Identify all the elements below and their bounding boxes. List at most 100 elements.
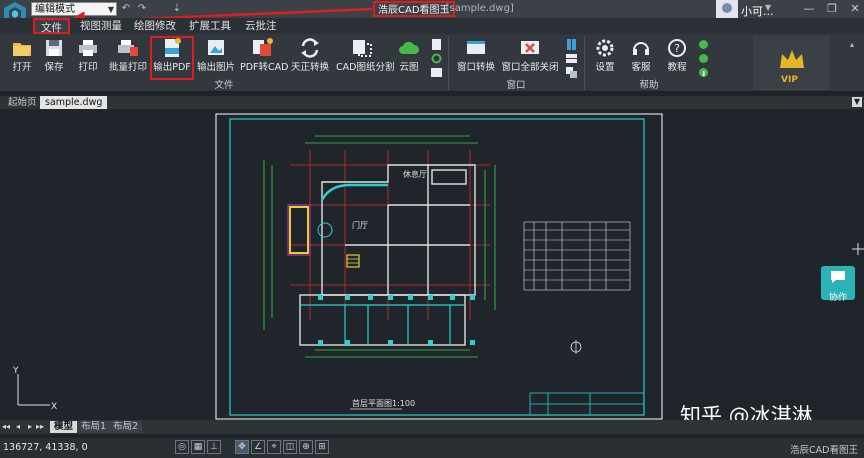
osnap-tracking-icon[interactable]: ⌖	[267, 440, 281, 454]
dynamic-input-icon[interactable]: ⊕	[299, 440, 313, 454]
export-image-label: 输出图片	[196, 62, 235, 73]
lobby-feature	[317, 222, 333, 238]
tangent-convert-icon	[301, 38, 319, 58]
batch-print-button[interactable]: 批量打印	[106, 36, 150, 76]
prev-layout-icon[interactable]: ◂	[14, 421, 22, 433]
batch-print-icon	[118, 40, 138, 56]
export-image-icon	[208, 40, 224, 55]
drawing-svg: 休息厅 门厅 首层平面图1:100 Y X	[12, 113, 864, 420]
columns	[318, 295, 475, 345]
paper-inner-frame	[229, 118, 645, 416]
title-block	[529, 392, 645, 416]
tab-extensions[interactable]: 扩展工具	[183, 18, 237, 34]
info-mini-icon[interactable]	[698, 67, 709, 78]
paper-outer-frame	[215, 113, 663, 420]
minimize-button[interactable]: —	[800, 1, 818, 16]
cascade-icon[interactable]	[566, 67, 577, 78]
tab-draw-modify[interactable]: 绘图修改	[128, 18, 182, 34]
headset-icon	[633, 42, 649, 55]
tutorial-label: 教程	[667, 62, 687, 73]
customer-service-button[interactable]: 客服	[624, 36, 658, 76]
ucs-axis-icon	[17, 374, 50, 406]
doc-tab-sample[interactable]: sample.dwg	[40, 96, 108, 109]
batch-print-label: 批量打印	[108, 62, 147, 73]
lineweight-icon[interactable]: ◫	[283, 440, 297, 454]
group-label-help: 帮助	[639, 80, 659, 91]
refresh-mini-icon[interactable]	[431, 53, 442, 64]
split-drawing-button[interactable]: CAD图纸分割	[336, 36, 395, 76]
layout-tab-layout1[interactable]: 布局1	[77, 421, 111, 433]
first-layout-icon[interactable]: ◂◂	[2, 421, 10, 433]
tab-cloud-annotation[interactable]: 云批注	[239, 18, 283, 34]
mode-select[interactable]: 编辑模式 ▼	[31, 2, 117, 16]
print-label: 打印	[78, 62, 98, 73]
print-button[interactable]: 打印	[66, 36, 110, 76]
ucs-x-label: X	[51, 402, 57, 412]
cloud-icon	[399, 41, 420, 54]
dimension-lines	[263, 135, 496, 358]
chevron-down-icon: ▼	[107, 5, 114, 14]
close-button[interactable]: ✕	[846, 1, 864, 16]
tutorial-button[interactable]: ? 教程	[660, 36, 694, 76]
window-switch-button[interactable]: 窗口转换	[454, 36, 498, 76]
tab-list-dropdown-icon[interactable]: ▼	[852, 97, 862, 107]
quick-access-dropdown-icon[interactable]: ⇣	[170, 2, 184, 16]
polar-icon[interactable]: ∠	[251, 440, 265, 454]
status-bar	[0, 438, 864, 458]
object-snap-icon[interactable]: ✥	[235, 440, 249, 454]
highlight-export-pdf	[150, 36, 194, 80]
tab-file[interactable]: 文件	[33, 18, 70, 34]
settings-gear-icon	[596, 39, 614, 57]
image-mini-icon[interactable]	[431, 67, 442, 78]
tile-vertical-icon[interactable]	[566, 39, 577, 50]
workspace-icon[interactable]: ⊞	[315, 440, 329, 454]
search-mini-icon[interactable]	[698, 39, 709, 50]
pdf-to-cad-icon	[253, 38, 273, 56]
share-mini-icon[interactable]	[698, 53, 709, 64]
plan-title: 首层平面图1:100	[352, 398, 415, 408]
file-title: -[sample.dwg]	[442, 3, 514, 14]
avatar[interactable]	[716, 0, 738, 18]
svg-text:?: ?	[674, 42, 680, 55]
tangent-convert-label: 天正转换	[290, 62, 329, 73]
redo-icon[interactable]: ↷	[135, 2, 149, 16]
tangent-convert-button[interactable]: 天正转换	[288, 36, 332, 76]
tile-horizontal-icon[interactable]	[566, 53, 577, 64]
ortho-icon[interactable]: ⊥	[207, 440, 221, 454]
room-label-lounge: 休息厅	[403, 169, 427, 179]
status-app-name: 浩辰CAD看图王	[790, 445, 858, 456]
vip-label: VIP	[781, 75, 798, 85]
layout-tab-model[interactable]: 模型	[50, 421, 78, 433]
next-layout-icon[interactable]: ▸	[26, 421, 34, 433]
window-switch-label: 窗口转换	[456, 62, 495, 73]
chevron-down-icon[interactable]: ▼	[765, 3, 771, 12]
mode-select-value: 编辑模式	[35, 4, 75, 15]
cloud-label: 云图	[399, 62, 419, 73]
snap-icon[interactable]: ◎	[175, 440, 189, 454]
ribbon-collapse-icon[interactable]: ▴	[850, 40, 860, 50]
grid-icon[interactable]: ▦	[191, 440, 205, 454]
pdf-to-cad-label: PDF转CAD	[240, 62, 289, 73]
settings-button[interactable]: 设置	[587, 36, 623, 76]
group-label-file: 文件	[214, 80, 234, 91]
collaborate-label: 协作	[828, 293, 847, 303]
export-image-button[interactable]: 输出图片	[194, 36, 238, 76]
tab-view-measure[interactable]: 视图测量	[74, 18, 128, 34]
window-switch-icon	[467, 41, 485, 54]
last-layout-icon[interactable]: ▸▸	[36, 421, 44, 433]
restore-button[interactable]: ❐	[823, 1, 841, 16]
stair-left-outline	[287, 204, 311, 256]
split-drawing-label: CAD图纸分割	[336, 62, 395, 73]
stair-left	[289, 206, 309, 254]
building-walls	[299, 164, 476, 346]
doc-mini-icon[interactable]	[431, 39, 442, 50]
doc-tab-start[interactable]: 起始页	[3, 96, 42, 109]
pdf-to-cad-button[interactable]: PDF转CAD	[240, 36, 289, 76]
layout-tab-layout2[interactable]: 布局2	[109, 421, 143, 433]
room-dividers	[300, 304, 465, 345]
close-all-windows-label: 窗口全部关闭	[501, 62, 559, 73]
close-all-windows-button[interactable]: 窗口全部关闭	[500, 36, 560, 76]
cloud-button[interactable]: 云图	[390, 36, 428, 76]
undo-icon[interactable]: ↶	[119, 2, 133, 16]
customer-service-label: 客服	[631, 62, 651, 73]
